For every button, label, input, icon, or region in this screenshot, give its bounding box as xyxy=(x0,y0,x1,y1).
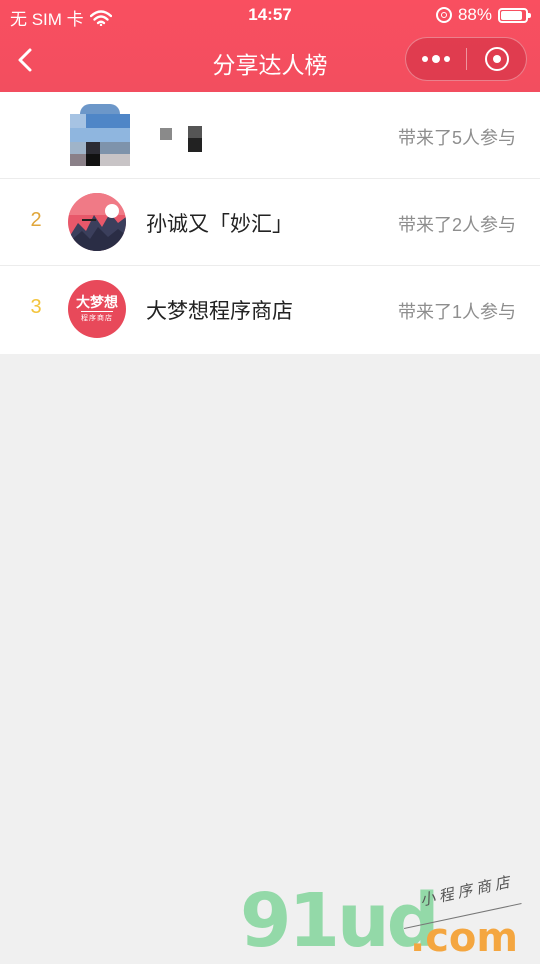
navigation-bar: 分享达人榜 xyxy=(0,30,540,92)
close-button[interactable] xyxy=(467,38,527,80)
ranking-row-2[interactable]: 2 孙诚又「妙汇」 带来了2人参与 xyxy=(0,179,540,266)
participation-count: 带来了2人参与 xyxy=(397,215,516,235)
watermark-tagline: 小程序商店 xyxy=(418,873,516,910)
more-dots-icon-center xyxy=(432,55,440,63)
watermark-brand: 91ud xyxy=(240,878,440,964)
rank-number: 2 xyxy=(30,209,42,231)
mini-program-capsule xyxy=(405,37,527,81)
battery-percent: 88% xyxy=(457,5,492,24)
ranking-row-1[interactable]: 带来了5人参与 xyxy=(0,92,540,179)
watermark-logo: 91ud .com 小程序商店 xyxy=(238,873,538,960)
battery-fill xyxy=(501,10,522,20)
target-close-icon-dot xyxy=(493,55,501,63)
more-dots-icon xyxy=(422,56,428,62)
battery-icon xyxy=(498,7,531,23)
status-right: 88% xyxy=(435,5,531,25)
more-button[interactable] xyxy=(406,38,466,80)
ranking-row-3[interactable]: 3 大梦想 程序商店 大梦想程序商店 带来了1人参与 xyxy=(0,266,540,354)
avatar-logo-main: 大梦想 xyxy=(76,294,118,310)
status-bar: 无 SIM 卡 14:57 88% xyxy=(0,0,540,30)
rank-number: 3 xyxy=(30,296,42,318)
participation-count: 带来了1人参与 xyxy=(397,302,516,322)
more-dots-icon-right xyxy=(444,56,450,62)
user-name: 大梦想程序商店 xyxy=(146,300,293,323)
avatar-logo-sub: 程序商店 xyxy=(81,311,113,323)
avatar-sunset xyxy=(68,193,126,251)
avatar-logo: 大梦想 程序商店 xyxy=(68,280,126,338)
user-name-pixelated xyxy=(158,126,208,154)
ranking-list: 带来了5人参与 2 孙诚又「妙汇」 带来了2人参与 3 大梦想 程序商店 大梦想… xyxy=(0,92,540,354)
orientation-lock-icon xyxy=(435,7,452,23)
header-bar: 无 SIM 卡 14:57 88% 分享达人榜 xyxy=(0,0,540,92)
avatar-pixelated xyxy=(70,104,130,166)
user-name: 孙诚又「妙汇」 xyxy=(146,213,293,236)
participation-count: 带来了5人参与 xyxy=(397,128,516,148)
